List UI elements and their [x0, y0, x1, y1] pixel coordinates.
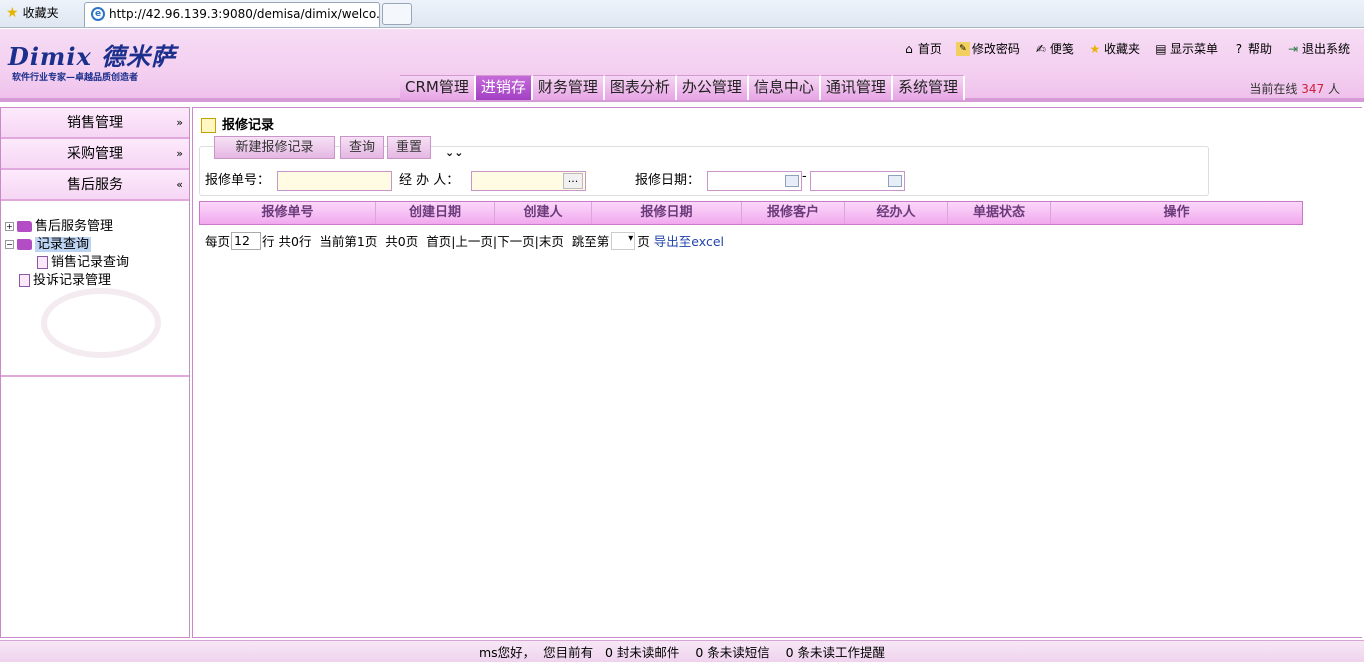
tree-item-aftersales-mgmt[interactable]: + 售后服务管理 — [5, 218, 129, 236]
document-icon — [19, 274, 30, 287]
menu-icon: ▤ — [1155, 41, 1167, 56]
calendar-icon[interactable] — [785, 175, 799, 187]
order-no-label: 报修单号： — [205, 173, 271, 188]
tree-item-complaint-mgmt[interactable]: 投诉记录管理 — [5, 272, 129, 290]
watermark-graphic — [41, 288, 161, 358]
status-bar: ms您好， 您目前有 0 封未读邮件 0 条未读短信 0 条未读工作提醒 — [0, 640, 1364, 662]
column-header[interactable]: 单据状态 — [948, 202, 1051, 224]
tab-crm[interactable]: CRM管理 — [400, 75, 476, 100]
tab-info[interactable]: 信息中心 — [748, 75, 821, 100]
favorites-link[interactable]: ★ 收藏夹 — [1088, 40, 1140, 57]
column-header[interactable]: 经办人 — [845, 202, 948, 224]
expand-filter-icon[interactable]: ⌄⌄ — [445, 146, 463, 159]
online-count: 当前在线 347 人 — [1249, 82, 1340, 96]
note-icon: ✍ — [1035, 41, 1046, 56]
column-header[interactable]: 报修日期 — [592, 202, 742, 224]
tree-item-record-query[interactable]: − 记录查询 — [5, 236, 129, 254]
new-tab-button[interactable] — [382, 3, 412, 25]
collapse-icon[interactable]: − — [5, 240, 14, 249]
main-content: 报修记录 新建报修记录 查询 重置 ⌄⌄ 报修单号： 经 办 人： ... 报修… — [192, 107, 1362, 638]
main-nav: CRM管理 进销存 财务管理 图表分析 办公管理 信息中心 通讯管理 系统管理 — [400, 75, 965, 100]
date-label: 报修日期： — [635, 173, 701, 188]
expand-icon[interactable]: + — [5, 222, 14, 231]
tab-comm[interactable]: 通讯管理 — [820, 75, 893, 100]
help-icon: ? — [1235, 41, 1243, 56]
logout-link[interactable]: ⇥ 退出系统 — [1286, 40, 1350, 57]
column-header[interactable]: 报修单号 — [200, 202, 376, 224]
document-icon — [37, 256, 48, 269]
calendar-icon[interactable] — [888, 175, 902, 187]
sidebar-section-aftersales[interactable]: 售后服务 « — [1, 170, 189, 201]
tab-system[interactable]: 系统管理 — [892, 75, 965, 100]
column-header[interactable]: 报修客户 — [742, 202, 845, 224]
home-icon: ⌂ — [905, 41, 913, 56]
new-repair-record-button[interactable]: 新建报修记录 — [214, 136, 335, 159]
reset-button[interactable]: 重置 — [387, 136, 432, 159]
folder-icon — [17, 221, 32, 232]
star-icon: ★ — [1089, 41, 1101, 56]
date-from-input[interactable] — [707, 171, 802, 191]
show-menu-link[interactable]: ▤ 显示菜单 — [1154, 40, 1218, 57]
per-page-input[interactable]: 12 — [231, 231, 262, 250]
folder-icon — [17, 239, 32, 250]
tree-item-sales-record-query[interactable]: 销售记录查询 — [5, 254, 129, 272]
sidebar-tree: + 售后服务管理 − 记录查询 销售记录查询 投诉记录管理 — [5, 218, 129, 290]
export-excel-link[interactable]: 导出至excel — [654, 231, 724, 250]
help-link[interactable]: ? 帮助 — [1232, 40, 1272, 57]
exit-icon: ⇥ — [1287, 41, 1299, 56]
query-button[interactable]: 查询 — [340, 136, 385, 159]
ie-icon: e — [91, 7, 105, 21]
star-icon: ★ — [6, 5, 19, 21]
handler-label: 经 办 人： — [399, 173, 460, 188]
page-jump-select[interactable] — [611, 231, 636, 250]
logo: Dimix 德米萨 软件行业专家—卓越品质创造者 — [8, 42, 177, 83]
notes-link[interactable]: ✍ 便笺 — [1034, 40, 1074, 57]
order-no-input[interactable] — [277, 171, 392, 191]
tab-charts[interactable]: 图表分析 — [604, 75, 677, 100]
pagination: 每页 12 行 共0行 当前第1页 共0页 首页|上一页|下一页|末页 跳至第 … — [205, 231, 724, 250]
tab-finance[interactable]: 财务管理 — [532, 75, 605, 100]
date-to-input[interactable] — [810, 171, 905, 191]
more-icon[interactable]: ... — [563, 173, 583, 189]
home-link[interactable]: ⌂ 首页 — [902, 40, 942, 57]
chevron-down-icon: » — [176, 116, 183, 129]
app-header: Dimix 德米萨 软件行业专家—卓越品质创造者 ⌂ 首页 ✎ 修改密码 ✍ 便笺 ★… — [0, 29, 1364, 102]
chevron-down-icon: » — [176, 147, 183, 160]
top-links: ⌂ 首页 ✎ 修改密码 ✍ 便笺 ★ 收藏夹 ▤ 显示菜单 ? 帮助 ⇥ 退出系统 — [902, 40, 1350, 57]
divider — [1, 375, 189, 377]
favorites-button[interactable]: ★ 收藏夹 — [6, 3, 59, 23]
column-header[interactable]: 创建日期 — [376, 202, 495, 224]
tab-office[interactable]: 办公管理 — [676, 75, 749, 100]
tab-inventory[interactable]: 进销存 — [475, 75, 533, 100]
chevron-up-icon: « — [176, 178, 183, 191]
browser-toolbar: ★ 收藏夹 e http://42.96.139.3:9080/demisa/dim… — [0, 0, 1364, 28]
browser-tab[interactable]: e http://42.96.139.3:9080/demisa/dimix/we… — [84, 2, 380, 27]
handler-input[interactable]: ... — [471, 171, 586, 191]
key-icon: ✎ — [955, 41, 970, 56]
change-password-link[interactable]: ✎ 修改密码 — [955, 40, 1020, 57]
sidebar: 销售管理» 采购管理» 售后服务 « + 售后服务管理 − 记录查询 销售记录查询 投… — [0, 107, 190, 638]
table-header: 报修单号 创建日期 创建人 报修日期 报修客户 经办人 单据状态 操作 — [199, 201, 1303, 225]
page-title: 报修记录 — [201, 114, 274, 133]
edit-icon — [201, 118, 216, 133]
column-header[interactable]: 创建人 — [495, 202, 592, 224]
date-separator: - — [802, 169, 807, 184]
column-header[interactable]: 操作 — [1051, 202, 1302, 224]
sidebar-section-purchase[interactable]: 采购管理» — [1, 139, 189, 170]
sidebar-section-sales[interactable]: 销售管理» — [1, 108, 189, 139]
